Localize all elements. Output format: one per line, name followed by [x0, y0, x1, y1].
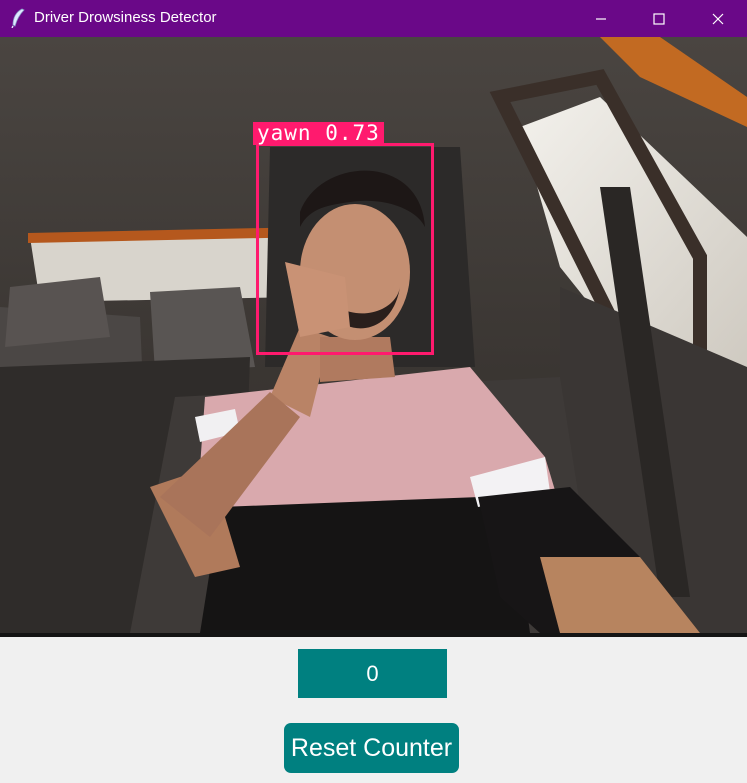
detection-label: yawn 0.73 — [253, 122, 384, 145]
maximize-button[interactable] — [630, 0, 688, 37]
yawn-counter-display: 0 — [298, 649, 447, 698]
reset-counter-button[interactable]: Reset Counter — [284, 723, 459, 773]
close-icon — [712, 13, 724, 24]
maximize-icon — [653, 12, 665, 25]
video-border — [0, 633, 747, 637]
close-button[interactable] — [689, 0, 747, 37]
window-title: Driver Drowsiness Detector — [34, 9, 217, 26]
window-titlebar: Driver Drowsiness Detector — [0, 0, 747, 37]
feather-icon — [9, 8, 27, 29]
detection-box — [256, 143, 434, 355]
minimize-button[interactable] — [572, 0, 630, 37]
camera-feed: yawn 0.73 — [0, 37, 747, 633]
minimize-icon — [596, 17, 606, 20]
